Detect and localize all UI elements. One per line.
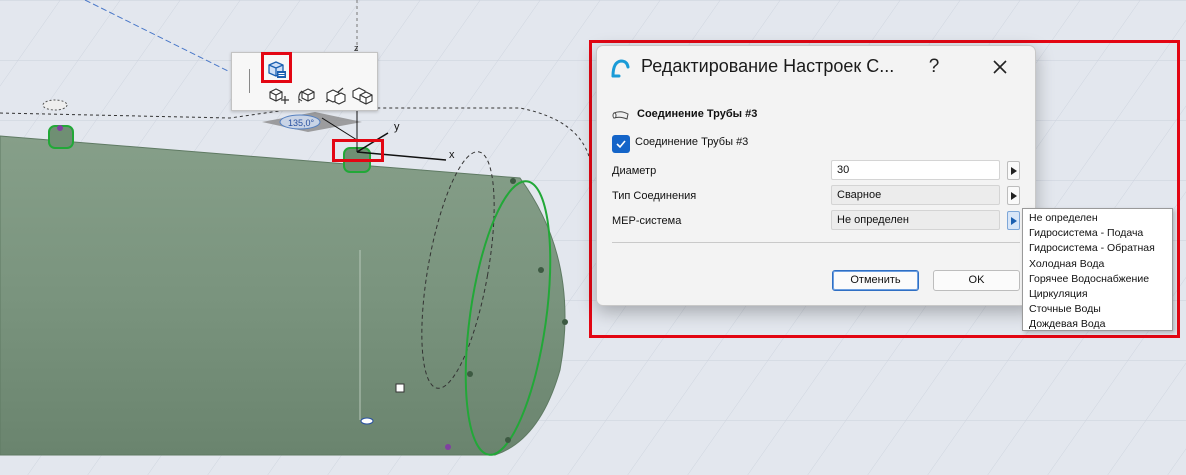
left-connector-node xyxy=(57,125,63,131)
connection-type-field[interactable]: Сварное xyxy=(831,185,1000,205)
checkbox-label: Соединение Трубы #3 xyxy=(635,136,749,148)
ok-button[interactable]: OK xyxy=(933,270,1020,291)
dialog-divider xyxy=(612,242,1020,243)
multiply-icon[interactable] xyxy=(351,85,375,107)
angle-readout: 135,0° xyxy=(288,118,315,128)
rim-node xyxy=(505,437,511,443)
mep-system-label: MEP-система xyxy=(612,215,682,227)
dropdown-option[interactable]: Не определен xyxy=(1023,211,1172,226)
app-logo-icon xyxy=(609,57,631,83)
dialog-title: Редактирование Настроек С... xyxy=(641,56,895,76)
connection-type-arrow-button[interactable] xyxy=(1007,186,1020,205)
diameter-label: Диаметр xyxy=(612,165,657,177)
pipe-fitting-icon xyxy=(612,108,630,127)
rim-node xyxy=(467,371,473,377)
y-axis-label: y xyxy=(394,121,400,133)
checkmark-icon xyxy=(616,140,626,149)
triangle-right-icon xyxy=(1010,166,1017,175)
pet-palette xyxy=(231,52,378,111)
dropdown-option[interactable]: Холодная Вода xyxy=(1023,257,1172,272)
toolbar-highlight-box xyxy=(261,52,292,83)
close-icon xyxy=(993,60,1007,74)
dropdown-option[interactable]: Горячее Водоснабжение xyxy=(1023,272,1172,287)
diameter-arrow-button[interactable] xyxy=(1007,161,1020,180)
rotate-icon[interactable] xyxy=(296,86,318,106)
rim-node xyxy=(445,444,451,450)
help-button[interactable]: ? xyxy=(922,54,946,80)
triangle-right-icon xyxy=(1010,216,1017,225)
left-connector-ghost xyxy=(42,99,68,111)
close-button[interactable] xyxy=(986,54,1014,80)
element-checkbox[interactable] xyxy=(612,135,630,153)
snap-marker xyxy=(395,383,405,393)
x-axis-label: x xyxy=(449,149,455,161)
dropdown-option[interactable]: Гидросистема - Подача xyxy=(1023,226,1172,241)
settings-dialog: Редактирование Настроек С... ? Соединени… xyxy=(596,45,1036,306)
triangle-right-icon xyxy=(1010,191,1017,200)
cancel-button[interactable]: Отменить xyxy=(832,270,919,291)
rim-node xyxy=(538,267,544,273)
rim-node xyxy=(562,319,568,325)
connector-highlight-box xyxy=(332,139,384,162)
mep-system-dropdown[interactable]: Не определен Гидросистема - Подача Гидро… xyxy=(1022,208,1173,331)
mep-system-arrow-button[interactable] xyxy=(1007,211,1020,230)
dialog-titlebar[interactable]: Редактирование Настроек С... ? xyxy=(597,46,1035,89)
dropdown-option[interactable]: Дождевая Вода xyxy=(1023,317,1172,332)
rim-node xyxy=(510,178,516,184)
diameter-field[interactable]: 30 xyxy=(831,160,1000,180)
dropdown-option[interactable]: Сточные Воды xyxy=(1023,302,1172,317)
stretch-icon[interactable] xyxy=(323,85,347,107)
connection-type-label: Тип Соединения xyxy=(612,190,697,202)
bottom-marker xyxy=(360,417,374,425)
mep-system-field[interactable]: Не определен xyxy=(831,210,1000,230)
move-icon[interactable] xyxy=(268,86,290,106)
toolbar-separator xyxy=(249,69,250,93)
pipe-body xyxy=(0,135,566,456)
section-title: Соединение Трубы #3 xyxy=(637,108,758,120)
dropdown-option[interactable]: Циркуляция xyxy=(1023,287,1172,302)
dropdown-option[interactable]: Гидросистема - Обратная xyxy=(1023,241,1172,256)
